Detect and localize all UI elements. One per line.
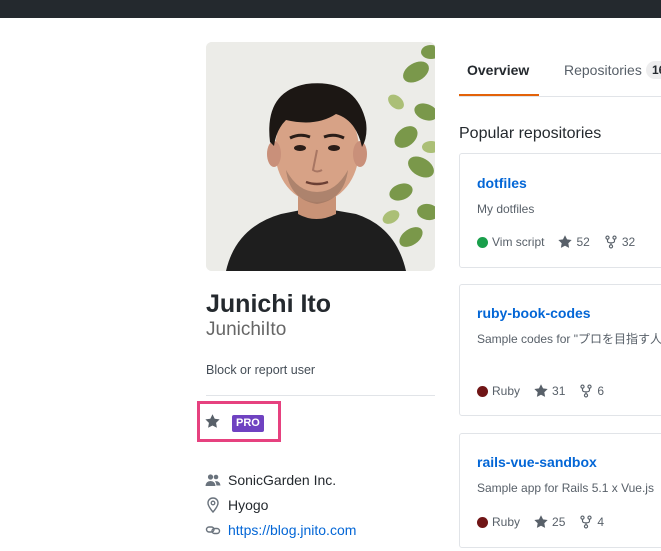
repo-forks[interactable]: 4 bbox=[597, 514, 604, 530]
repo-forks[interactable]: 6 bbox=[597, 383, 604, 399]
language-color-dot bbox=[477, 236, 488, 248]
star-icon bbox=[534, 515, 548, 528]
repo-language: Vim script bbox=[492, 235, 545, 249]
repo-meta: Ruby 25 4 bbox=[477, 514, 604, 530]
divider bbox=[206, 395, 435, 396]
fork-icon bbox=[580, 515, 593, 529]
repositories-count-badge: 16 bbox=[646, 61, 661, 79]
repo-card: rails-vue-sandbox Sample app for Rails 5… bbox=[459, 433, 661, 548]
repo-card: ruby-book-codes Sample codes for "プロを目指す… bbox=[459, 284, 661, 416]
repo-meta: Vim script 52 32 bbox=[477, 234, 635, 250]
star-icon bbox=[534, 384, 548, 397]
repo-language: Ruby bbox=[492, 384, 521, 398]
popular-repositories-title: Popular repositories bbox=[459, 125, 602, 142]
repo-language: Ruby bbox=[492, 515, 521, 529]
repo-card: dotfiles My dotfiles Vim script 52 32 bbox=[459, 153, 661, 268]
tab-repositories[interactable]: Repositories bbox=[564, 62, 642, 78]
language-color-dot bbox=[477, 516, 488, 528]
location-pin-icon bbox=[207, 497, 219, 513]
website-link[interactable]: https://blog.jnito.com bbox=[228, 520, 356, 540]
avatar[interactable] bbox=[206, 42, 435, 271]
star-icon bbox=[205, 414, 220, 428]
people-icon bbox=[205, 474, 221, 486]
pro-badge[interactable]: PRO bbox=[232, 415, 264, 432]
repo-stars[interactable]: 31 bbox=[552, 383, 565, 399]
tab-overview[interactable]: Overview bbox=[467, 62, 529, 78]
fork-icon bbox=[605, 235, 617, 249]
repo-description: My dotfiles bbox=[477, 202, 535, 216]
link-icon bbox=[205, 526, 221, 535]
vcard-location: Hyogo bbox=[205, 495, 268, 515]
location-text: Hyogo bbox=[228, 497, 269, 513]
profile-username: JunichiIto bbox=[206, 319, 287, 340]
repo-description: Sample codes for "プロを目指す人 bbox=[477, 332, 661, 346]
repo-stars[interactable]: 25 bbox=[552, 514, 565, 530]
fork-icon bbox=[580, 384, 593, 398]
repo-name-link[interactable]: dotfiles bbox=[477, 174, 527, 192]
repo-meta: Ruby 31 6 bbox=[477, 383, 604, 399]
repo-stars[interactable]: 52 bbox=[576, 234, 589, 250]
repo-forks[interactable]: 32 bbox=[622, 234, 635, 250]
language-color-dot bbox=[477, 385, 488, 397]
repo-description: Sample app for Rails 5.1 x Vue.js bbox=[477, 481, 654, 495]
profile-full-name: Junichi Ito bbox=[206, 290, 331, 318]
repo-name-link[interactable]: ruby-book-codes bbox=[477, 304, 591, 322]
organization-text: SonicGarden Inc. bbox=[228, 472, 337, 488]
top-header-bar bbox=[0, 0, 661, 18]
repo-name-link[interactable]: rails-vue-sandbox bbox=[477, 453, 597, 471]
tabs-divider bbox=[459, 96, 661, 97]
vcard-website: https://blog.jnito.com bbox=[205, 520, 356, 540]
star-icon bbox=[558, 235, 573, 248]
block-report-user-link[interactable]: Block or report user bbox=[206, 361, 315, 379]
vcard-organization: SonicGarden Inc. bbox=[205, 470, 336, 490]
